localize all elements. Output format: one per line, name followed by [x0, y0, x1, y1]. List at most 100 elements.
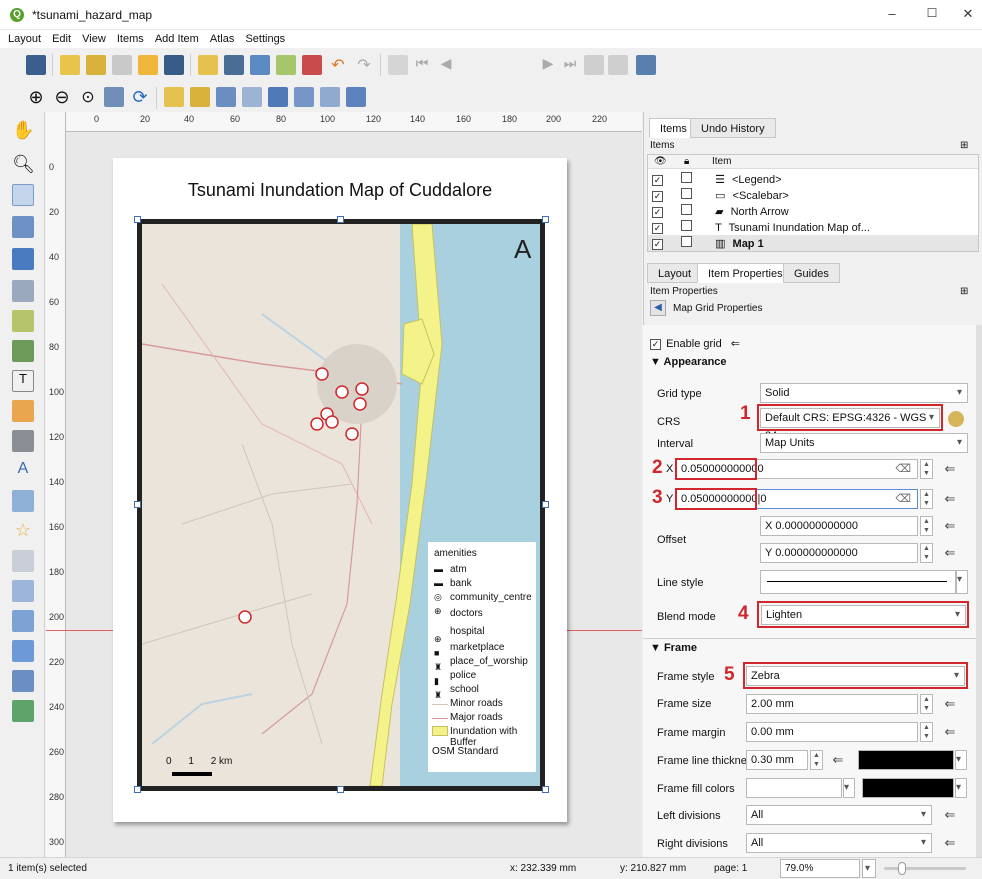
zoom-full-icon[interactable] [104, 87, 124, 107]
y-spinbox[interactable]: ▲ ▼ [920, 489, 933, 509]
select-move-icon[interactable] [12, 184, 34, 206]
resize-icon[interactable] [346, 87, 366, 107]
enable-grid-checkbox[interactable]: ✓ [650, 339, 661, 350]
add-shape-icon[interactable] [12, 490, 34, 512]
add-html-icon[interactable] [12, 610, 34, 632]
scalebar[interactable]: 0 1 2 km [166, 756, 246, 767]
menu-view[interactable]: View [82, 30, 106, 48]
data-defined-icon[interactable]: ⇐ [830, 752, 846, 768]
zoom-tool-icon[interactable]: 🔍︎ [12, 154, 35, 176]
maximize-button[interactable]: ☐ [922, 6, 942, 24]
list-item[interactable]: ✓ ▭ <Scalebar> [652, 188, 972, 202]
frame-line-color-dropdown[interactable] [955, 750, 967, 770]
data-defined-icon[interactable]: ⇐ [942, 696, 958, 712]
menu-items[interactable]: Items [117, 30, 144, 48]
zoom-slider[interactable] [884, 867, 966, 870]
resize-handle[interactable] [542, 216, 549, 223]
zoom-in-icon[interactable]: ⊕ [26, 87, 46, 107]
lock-checkbox[interactable] [681, 204, 692, 215]
resize-handle[interactable] [337, 786, 344, 793]
new-layout-icon[interactable] [60, 55, 80, 75]
data-defined-icon[interactable]: ⇐ [731, 338, 740, 350]
frame-section[interactable]: ▼ Frame [650, 642, 697, 654]
clear-icon[interactable]: ⌫ [895, 490, 911, 508]
print-atlas-icon[interactable] [584, 55, 604, 75]
offset-y-input[interactable]: Y 0.000000000000 [760, 543, 918, 563]
zoom-slider-handle[interactable] [898, 862, 906, 875]
add-page-icon[interactable] [12, 280, 34, 302]
scrollbar[interactable] [976, 325, 982, 857]
zoom-out-icon[interactable]: ⊖ [52, 87, 72, 107]
duplicate-layout-icon[interactable] [86, 55, 106, 75]
close-button[interactable]: ✕ [958, 6, 978, 24]
x-spinbox[interactable]: ▲ ▼ [920, 459, 933, 479]
last-feature-icon[interactable]: ⏭ [560, 55, 580, 75]
add-picture-icon[interactable] [12, 340, 34, 362]
ungroup-icon[interactable] [242, 87, 262, 107]
zoom-dropdown[interactable] [862, 859, 876, 878]
visible-checkbox[interactable]: ✓ [652, 223, 663, 234]
data-defined-icon[interactable]: ⇐ [942, 835, 958, 851]
line-style-dropdown[interactable] [956, 570, 968, 594]
export-image-icon[interactable] [250, 55, 270, 75]
data-defined-icon[interactable]: ⇐ [942, 545, 958, 561]
list-item[interactable]: ✓ T Tsunami Inundation Map of... [652, 220, 972, 234]
export-svg-icon[interactable] [276, 55, 296, 75]
frame-fill-color-1[interactable] [746, 778, 842, 798]
move-content-icon[interactable] [12, 216, 34, 238]
previous-feature-icon[interactable]: ◀ [436, 55, 456, 75]
frame-fill-color-1-dropdown[interactable] [843, 778, 855, 798]
refresh-icon[interactable]: ⟳ [130, 87, 150, 107]
left-divisions-select[interactable]: All [746, 805, 932, 825]
frame-fill-color-2-dropdown[interactable] [955, 778, 967, 798]
grid-type-select[interactable]: Solid [760, 383, 968, 403]
tab-guides[interactable]: Guides [783, 263, 840, 283]
tab-undo-history[interactable]: Undo History [690, 118, 776, 138]
add-legend-icon[interactable] [12, 400, 34, 422]
export-pdf-icon[interactable] [302, 55, 322, 75]
frame-margin-spinbox[interactable]: ▲ ▼ [920, 722, 933, 742]
distribute-icon[interactable] [320, 87, 340, 107]
visible-checkbox[interactable]: ✓ [652, 175, 663, 186]
visible-checkbox[interactable]: ✓ [652, 207, 663, 218]
right-divisions-select[interactable]: All [746, 833, 932, 853]
zoom-input[interactable]: 79.0% [780, 859, 860, 878]
minimize-button[interactable]: – [882, 6, 902, 24]
save-icon[interactable] [26, 55, 46, 75]
data-defined-icon[interactable]: ⇐ [942, 807, 958, 823]
data-defined-icon[interactable]: ⇐ [942, 724, 958, 740]
resize-handle[interactable] [542, 786, 549, 793]
appearance-section[interactable]: ▼ Appearance [650, 356, 727, 368]
save-template-icon[interactable] [164, 55, 184, 75]
map-item[interactable]: A amenities atm bank community_centre do… [137, 219, 545, 791]
frame-fill-color-2[interactable] [862, 778, 954, 798]
add-north-arrow-icon[interactable]: A [12, 460, 34, 482]
redo-icon[interactable]: ↷ [354, 55, 374, 75]
menu-add-item[interactable]: Add Item [155, 30, 199, 48]
list-item[interactable]: ✓ ▰ North Arrow [652, 204, 972, 218]
offset-x-spinbox[interactable]: ▲ ▼ [920, 516, 933, 536]
tab-item-properties[interactable]: Item Properties [697, 263, 794, 283]
add-scalebar-icon[interactable] [12, 430, 34, 452]
offset-y-spinbox[interactable]: ▲ ▼ [920, 543, 933, 563]
frame-size-input[interactable]: 2.00 mm [746, 694, 918, 714]
align-icon[interactable] [294, 87, 314, 107]
line-style-button[interactable] [760, 570, 956, 594]
crs-selector-icon[interactable] [948, 411, 964, 427]
edit-nodes-icon[interactable] [12, 248, 34, 270]
offset-x-input[interactable]: X 0.000000000000 [760, 516, 918, 536]
list-item[interactable]: ✓ ☰ <Legend> [652, 172, 972, 186]
first-feature-icon[interactable]: ⏮ [412, 55, 432, 75]
data-defined-icon[interactable]: ⇐ [942, 491, 958, 507]
unlock-items-icon[interactable] [190, 87, 210, 107]
interval-select[interactable]: Map Units [760, 433, 968, 453]
export-atlas-icon[interactable] [608, 55, 628, 75]
open-folder-icon[interactable] [138, 55, 158, 75]
pan-icon[interactable]: ✋ [12, 120, 34, 142]
north-arrow-icon[interactable]: A [514, 234, 532, 264]
menu-layout[interactable]: Layout [8, 30, 41, 48]
resize-handle[interactable] [542, 501, 549, 508]
legend-box[interactable]: amenities atm bank community_centre doct… [428, 542, 536, 772]
back-icon[interactable]: ◀ [650, 300, 666, 316]
group-icon[interactable] [216, 87, 236, 107]
